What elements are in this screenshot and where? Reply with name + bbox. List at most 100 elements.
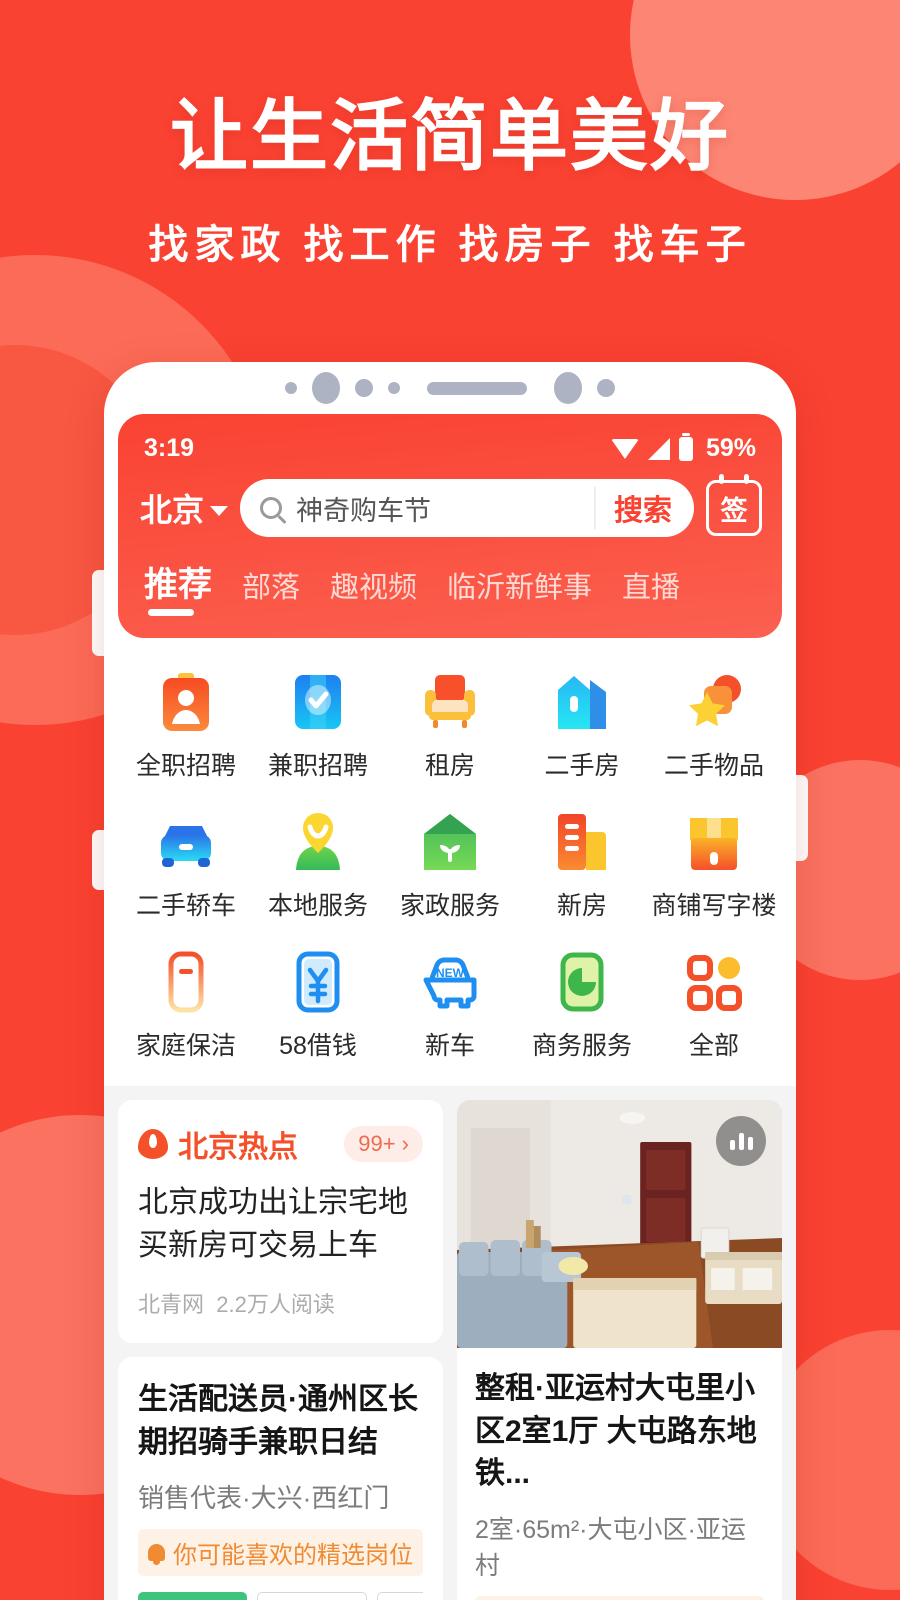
pie-chart-icon: [550, 950, 614, 1014]
tab-zhibo[interactable]: 直播: [622, 564, 680, 616]
job-subtitle: 销售代表·大兴·西红门: [138, 1483, 390, 1514]
house-title: 整租·亚运村大屯里小区2室1厅 大屯路东地铁...: [475, 1372, 757, 1491]
front-camera-icon: [312, 372, 340, 404]
car-icon: [154, 810, 218, 874]
tab-qushipin[interactable]: 趣视频: [330, 564, 417, 616]
grid-item-label: 本地服务: [267, 892, 368, 920]
sensor-dot-icon: [597, 379, 615, 397]
grid-item-label: 商务服务: [531, 1032, 632, 1060]
grid-item-jiazhengfuwu[interactable]: 家政服务: [384, 800, 516, 936]
house-card[interactable]: 整租·亚运村大屯里小区2室1厅 大屯路东地铁... 2室·65m²·大屯小区·亚…: [457, 1100, 782, 1600]
grid-item-jiatingbaojie[interactable]: 家庭保洁: [120, 940, 252, 1076]
signin-calendar-icon[interactable]: 签: [706, 474, 762, 536]
news-count-badge[interactable]: 99+ ›: [344, 1126, 423, 1162]
job-tag-row: 放心投 年底双薪 五险一金: [138, 1592, 423, 1600]
grid-item-ershoufang[interactable]: 二手房: [516, 660, 648, 796]
cleaning-bottle-icon: [154, 950, 218, 1014]
earpiece-speaker: [427, 381, 527, 395]
badge-id-card-icon: [154, 670, 218, 734]
svg-text:NEW: NEW: [436, 966, 465, 980]
search-input[interactable]: 神奇购车节 搜索: [240, 479, 694, 537]
battery-percent: 59%: [705, 434, 756, 462]
news-card-header: 北京热点 99+ ›: [138, 1122, 423, 1166]
job-card[interactable]: 生活配送员·通州区长期招骑手兼职日结 销售代表·大兴·西红门 你可能喜欢的精选岗…: [118, 1357, 443, 1600]
power-button[interactable]: [794, 775, 808, 861]
content-feed: 北京热点 99+ › 北京成功出让宗宅地买新房可交易上车 北青网 2.2万人阅读…: [104, 1086, 796, 1600]
grid-item-xinfang[interactable]: 新房: [516, 800, 648, 936]
battery-icon: [678, 432, 693, 461]
hero-headline: 让生活简单美好: [169, 92, 730, 180]
grid-item-58jieqian[interactable]: 58借钱: [252, 940, 384, 1076]
house-alert: 6000元低于大屯里小区...: [475, 1595, 764, 1600]
tab-tuijian[interactable]: 推荐: [144, 557, 212, 616]
grid-item-ershouwupin[interactable]: 二手物品: [648, 660, 780, 796]
house-card-body: 整租·亚运村大屯里小区2室1厅 大屯路东地铁... 2室·65m²·大屯小区·亚…: [457, 1348, 782, 1600]
sensor-dot-icon: [285, 382, 297, 394]
grid-item-label: 家政服务: [399, 892, 500, 920]
job-alert: 你可能喜欢的精选岗位: [138, 1529, 423, 1577]
bar-chart-icon[interactable]: [716, 1116, 766, 1166]
signin-label: 签: [720, 495, 748, 526]
news-source: 北青网: [138, 1292, 205, 1318]
job-title: 生活配送员·通州区长期招骑手兼职日结: [138, 1383, 418, 1459]
grid-item-bendifuwu[interactable]: 本地服务: [252, 800, 384, 936]
app-header: 3:19 59% 北京 神奇购车节 搜索 签 推荐 部落 趣视频 临沂新鲜事 直…: [118, 414, 782, 638]
job-tag-verified: 放心投: [138, 1592, 248, 1600]
house-subtitle: 2室·65m²·大屯小区·亚运村: [475, 1515, 746, 1580]
tab-linyixinxianshi[interactable]: 临沂新鲜事: [447, 564, 592, 616]
hero-text-block: 让生活简单美好 找家政 找工作 找房子 找车子: [0, 92, 900, 270]
status-bar: 3:19 59%: [118, 428, 782, 463]
feed-left-column: 北京热点 99+ › 北京成功出让宗宅地买新房可交易上车 北青网 2.2万人阅读…: [118, 1100, 443, 1600]
chevron-down-icon: [210, 505, 229, 516]
front-camera-icon: [554, 372, 582, 404]
person-pin-icon: [286, 810, 350, 874]
wifi-icon: [610, 438, 639, 459]
grid-item-quanbu[interactable]: 全部: [648, 940, 780, 1076]
grid-item-zufang[interactable]: 租房: [384, 660, 516, 796]
armchair-icon: [418, 670, 482, 734]
news-card[interactable]: 北京热点 99+ › 北京成功出让宗宅地买新房可交易上车 北青网 2.2万人阅读: [118, 1100, 443, 1344]
living-room-photo: [457, 1100, 782, 1348]
grid-item-xinche[interactable]: NEW 新车: [384, 940, 516, 1076]
status-indicators: 59%: [610, 432, 756, 463]
news-section-label: 北京热点: [178, 1131, 298, 1164]
new-car-icon: NEW: [418, 950, 482, 1014]
grid-item-label: 新车: [424, 1032, 475, 1060]
grid-all-icon: [682, 950, 746, 1014]
grid-item-quanzhizhaopin[interactable]: 全职招聘: [120, 660, 252, 796]
tab-buluo[interactable]: 部落: [242, 564, 300, 616]
search-button[interactable]: 搜索: [593, 487, 688, 529]
news-meta: 北青网 2.2万人阅读: [138, 1287, 423, 1319]
category-grid: 全职招聘 兼职招聘 租房 二手房 二手物品 二手轿车 本地服务 家政服务 新房 …: [104, 638, 796, 1086]
sensor-dot-icon: [388, 382, 400, 394]
promo-screenshot: 让生活简单美好 找家政 找工作 找房子 找车子 3:19 59% 北京 神奇购车…: [0, 0, 900, 1600]
grid-item-ershoujiaoche[interactable]: 二手轿车: [120, 800, 252, 936]
city-selector[interactable]: 北京: [140, 485, 229, 531]
job-tag-label: 年底双薪: [257, 1592, 368, 1600]
grid-item-shangwufuwu[interactable]: 商务服务: [516, 940, 648, 1076]
grid-item-shangpuxiezilou[interactable]: 商铺写字楼: [648, 800, 780, 936]
house-door-icon: [550, 670, 614, 734]
feed-right-column: 整租·亚运村大屯里小区2室1厅 大屯路东地铁... 2室·65m²·大屯小区·亚…: [457, 1100, 782, 1600]
grid-item-label: 家庭保洁: [135, 1032, 236, 1060]
search-icon: [260, 497, 283, 519]
house-sprout-icon: [418, 810, 482, 874]
hero-subheadline: 找家政 找工作 找房子 找车子: [148, 222, 752, 267]
grid-item-label: 租房: [424, 752, 475, 780]
news-section-title: 北京热点: [138, 1122, 298, 1166]
grid-item-label: 兼职招聘: [267, 752, 368, 780]
job-tag-label: 五险一金: [377, 1592, 423, 1600]
city-label: 北京: [140, 492, 205, 528]
signal-icon: [647, 437, 670, 460]
search-row: 北京 神奇购车节 搜索 签: [118, 463, 782, 537]
yuan-note-icon: [286, 950, 350, 1014]
check-card-icon: [286, 670, 350, 734]
shop-icon: [682, 810, 746, 874]
news-headline: 北京成功出让宗宅地买新房可交易上车: [138, 1186, 408, 1262]
grid-item-label: 二手物品: [663, 752, 764, 780]
tab-bar: 推荐 部落 趣视频 临沂新鲜事 直播: [118, 537, 782, 638]
grid-item-jianzhizhaopin[interactable]: 兼职招聘: [252, 660, 384, 796]
sensor-dot-icon: [355, 379, 373, 397]
grid-item-label: 二手房: [544, 752, 620, 780]
bell-icon: [148, 1544, 165, 1566]
